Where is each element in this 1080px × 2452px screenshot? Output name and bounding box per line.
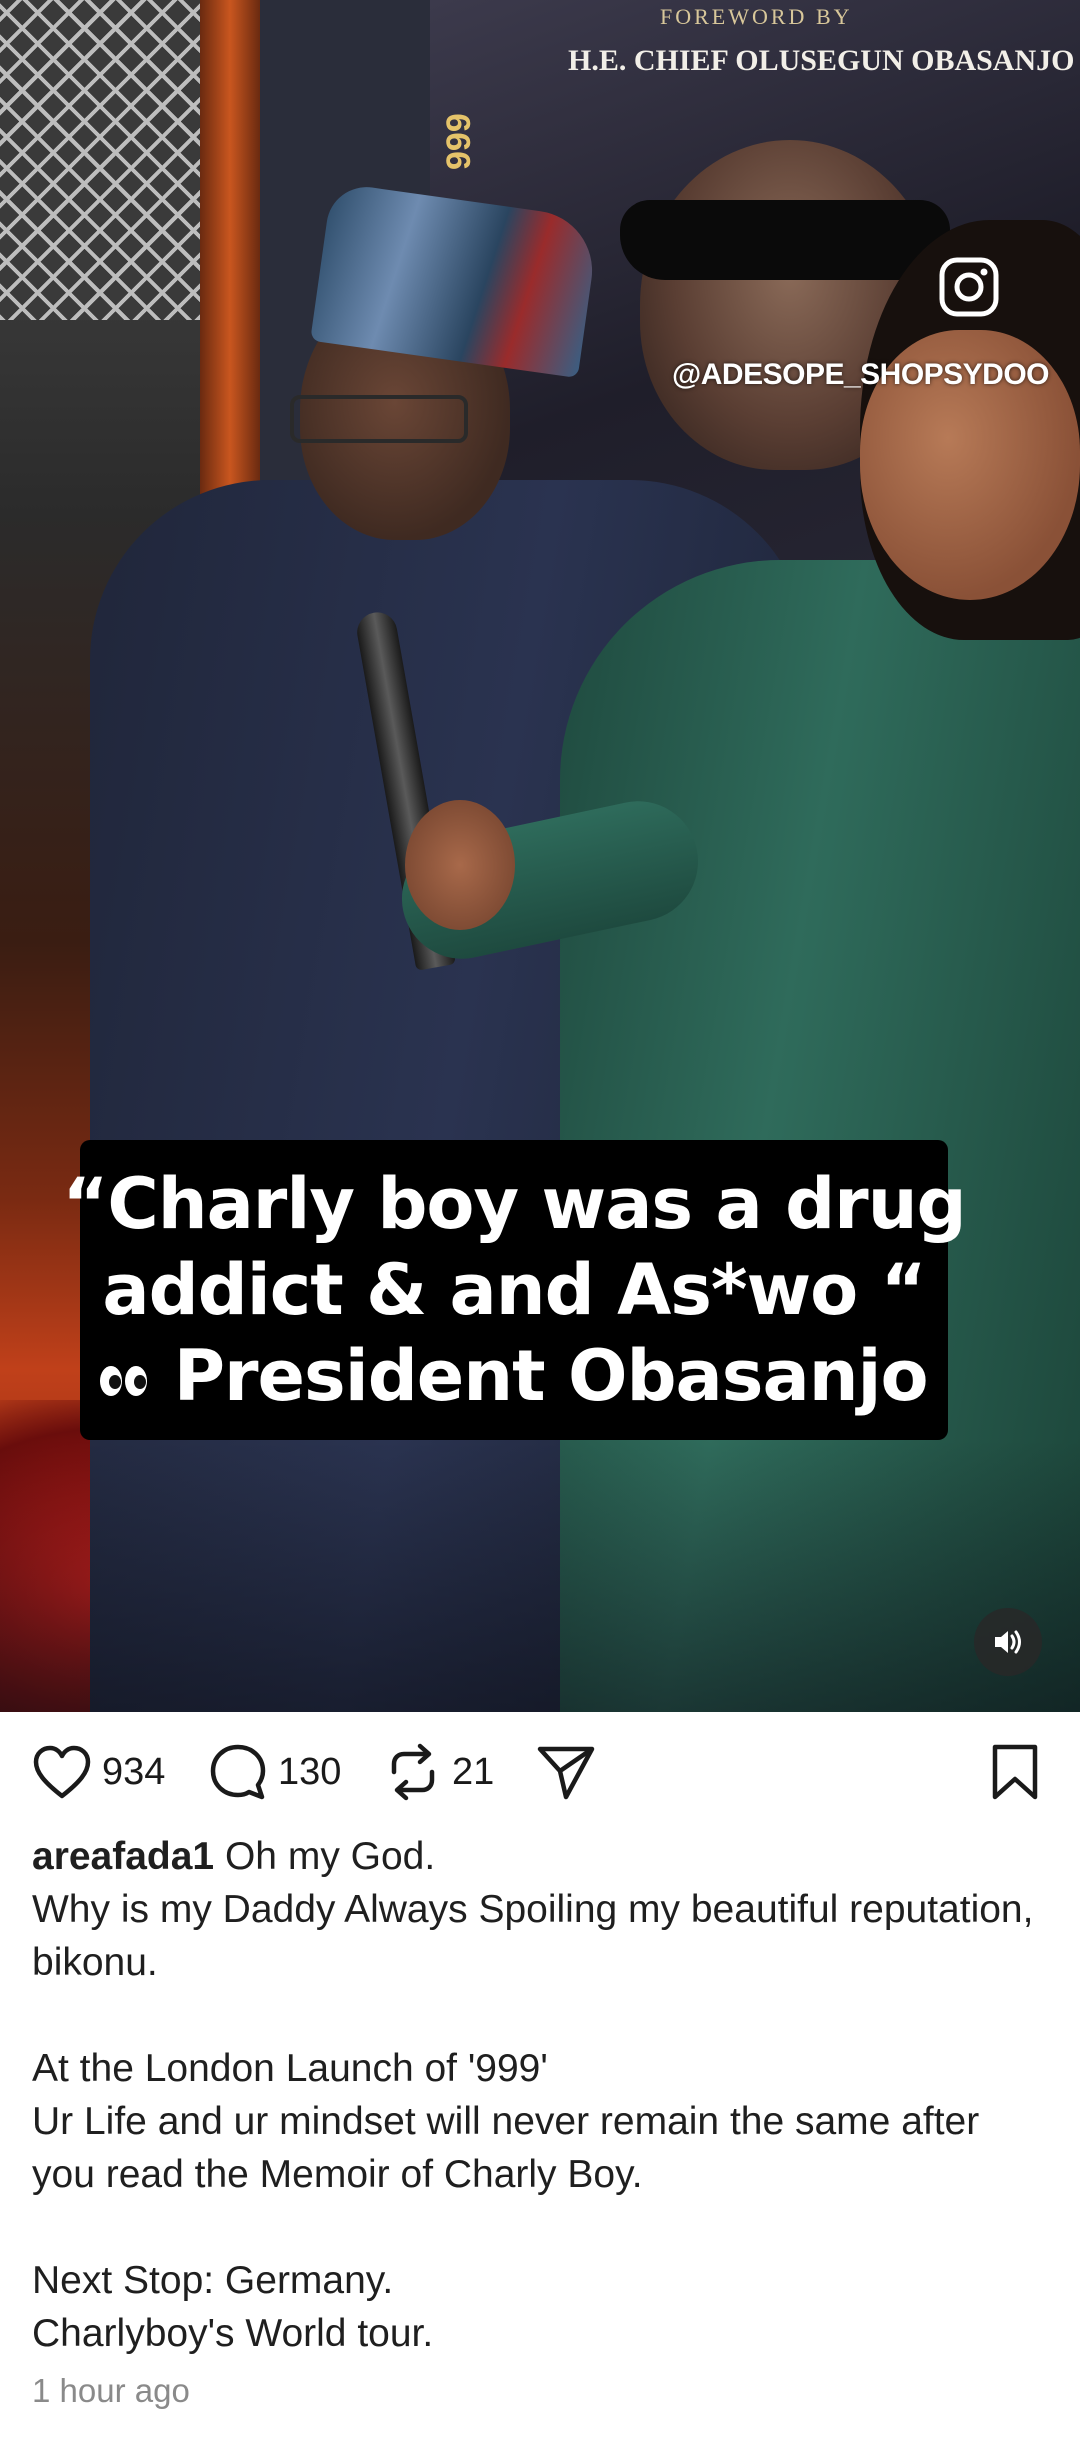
poster-foreword-text: FOREWORD BY [660,4,853,29]
post-timestamp: 1 hour ago [32,2372,190,2409]
caption-line: Next Stop: Germany. [32,2259,394,2302]
poster-number-vertical: 999 [440,113,478,170]
save-button[interactable] [990,1742,1040,1802]
comment-icon [210,1744,266,1800]
post-caption: areafada1 Oh my God. Why is my Daddy Alw… [32,1830,1052,2360]
man-glasses [290,395,468,443]
post-video[interactable]: FOREWORD BY H.E. CHIEF OLUSEGUN OBASANJO… [0,0,1080,1712]
watermark-text: @ADESOPE_SHOPSYDOO [672,358,1050,391]
username-link[interactable]: areafada1 [32,1835,214,1878]
share-button[interactable] [536,1742,596,1802]
comment-button[interactable]: 130 [208,1742,341,1802]
action-bar: 934 130 21 [0,1712,1080,1832]
like-button[interactable]: 934 [32,1742,165,1802]
shadow-overlay [0,1440,1080,1712]
caption-line-3: President Obasanjo [100,1333,929,1419]
caption-line-2: addict & and As*wo “ [102,1249,926,1331]
heart-icon [33,1745,91,1799]
bookmark-icon [992,1744,1038,1800]
repost-icon [391,1743,435,1801]
like-count: 934 [102,1750,166,1793]
send-icon [537,1746,595,1800]
poster-sunglasses [620,200,950,280]
poster-name-text: H.E. CHIEF OLUSEGUN OBASANJO [568,44,1075,77]
caption-line: At the London Launch of '999' [32,2047,548,2090]
caption-line-1: “Charly boy was a drug [62,1163,966,1245]
eyes-emoji-icon [100,1333,150,1419]
repost-button[interactable]: 21 [384,1742,494,1802]
speaker-icon [995,1630,1021,1654]
sound-toggle-button[interactable] [974,1608,1042,1676]
instagram-icon [939,257,999,317]
caption-first-line: areafada1 Oh my God. [32,1830,1052,1883]
repost-count: 21 [452,1750,495,1793]
caption-line: Why is my Daddy Always Spoiling my beaut… [32,1888,1034,1984]
caption-line: Ur Life and ur mindset will never remain… [32,2100,980,2196]
video-caption: “Charly boy was a drug addict & and As*w… [62,1140,967,1440]
woman-hand [405,800,515,930]
lattice-screen [0,0,200,320]
caption-line-3-text: President Obasanjo [173,1335,929,1417]
caption-first-text: Oh my God. [214,1835,436,1878]
comment-count: 130 [278,1750,342,1793]
caption-line: Charlyboy's World tour. [32,2312,434,2355]
